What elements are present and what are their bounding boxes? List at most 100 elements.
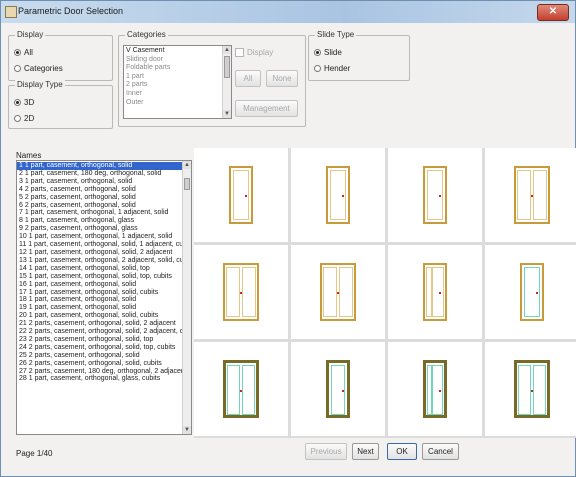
checkbox-icon (235, 48, 244, 58)
category-item[interactable]: 1 part (124, 73, 231, 82)
radio-unchecked-icon (14, 115, 21, 123)
name-list-item[interactable]: 2 1 part, casement, 180 deg, orthogonal,… (17, 170, 182, 178)
door-panel-icon (339, 267, 353, 317)
next-button[interactable]: Next (352, 443, 379, 460)
categories-list[interactable]: V Casement Sliding door Foldable parts 1 pa… (123, 45, 232, 119)
category-item[interactable]: Inner (124, 90, 231, 99)
scroll-down-icon[interactable]: ▼ (183, 426, 191, 434)
all-button[interactable]: All (235, 70, 261, 87)
name-list-item[interactable]: 13 1 part, casement, orthogonal, 2 adjac… (17, 257, 191, 265)
name-list-item[interactable]: 7 1 part, casement, orthogonal, 1 adjace… (17, 209, 182, 217)
name-list-item[interactable]: 4 2 parts, casement, orthogonal, solid (17, 186, 182, 194)
none-button[interactable]: None (266, 70, 298, 87)
door-handle-icon (438, 390, 441, 392)
name-list-item[interactable]: 28 1 part, casement, orthogonal, glass, … (17, 375, 182, 383)
door-frame-icon (423, 166, 447, 224)
name-list-item[interactable]: 18 1 part, casement, orthogonal, solid (17, 296, 182, 304)
name-list-item[interactable]: 25 2 parts, casement, orthogonal, solid (17, 352, 182, 360)
names-label: Names (16, 151, 42, 160)
scroll-thumb[interactable] (224, 56, 230, 78)
door-handle-icon (439, 292, 442, 294)
category-item[interactable]: Foldable parts (124, 64, 231, 73)
display-2d-radio[interactable]: 2D (14, 114, 34, 123)
door-thumbnail[interactable] (291, 245, 385, 339)
slide-radio[interactable]: Slide (314, 48, 342, 57)
cancel-button[interactable]: Cancel (422, 443, 459, 460)
door-glass-panel-icon (432, 365, 444, 415)
management-button[interactable]: Management (235, 100, 298, 117)
name-list-item[interactable]: 23 2 parts, casement, orthogonal, solid,… (17, 336, 182, 344)
ok-button[interactable]: OK (387, 443, 417, 460)
names-scrollbar[interactable]: ▲ ▼ (182, 161, 191, 434)
door-thumbnail[interactable] (388, 342, 482, 436)
slide-type-group: Slide Type (308, 30, 410, 81)
door-frame-icon (229, 166, 253, 224)
name-list-item[interactable]: 8 1 part, casement, orthogonal, glass (17, 217, 182, 225)
name-list-item[interactable]: 26 2 parts, casement, orthogonal, solid,… (17, 360, 182, 368)
door-frame-icon (520, 263, 544, 321)
display-categories-radio[interactable]: Categories (14, 64, 63, 73)
door-frame-icon (320, 263, 356, 321)
display-checkbox[interactable]: Display (235, 48, 273, 58)
radio-unchecked-icon (314, 65, 321, 73)
category-item[interactable]: V Casement (124, 47, 231, 56)
category-item[interactable]: Sliding door (124, 56, 231, 65)
door-thumbnail[interactable] (485, 245, 576, 339)
display-all-radio[interactable]: All (14, 48, 33, 57)
page-indicator: Page 1/40 (16, 449, 53, 458)
door-thumbnail[interactable] (291, 148, 385, 242)
name-list-item[interactable]: 17 1 part, casement, orthogonal, solid, … (17, 289, 182, 297)
door-handle-icon (531, 195, 533, 197)
door-selection-window: Parametric Door Selection ✕ Display All … (0, 0, 576, 477)
door-thumbnail[interactable] (194, 342, 288, 436)
name-list-item[interactable]: 24 2 parts, casement, orthogonal, solid,… (17, 344, 182, 352)
display-3d-radio[interactable]: 3D (14, 98, 34, 107)
name-list-item[interactable]: 3 1 part, casement, orthogonal, solid (17, 178, 182, 186)
name-list-item[interactable]: 19 1 part, casement, orthogonal, solid (17, 304, 182, 312)
scroll-up-icon[interactable]: ▲ (183, 161, 191, 169)
name-list-item[interactable]: 20 1 part, casement, orthogonal, solid, … (17, 312, 182, 320)
previous-button[interactable]: Previous (305, 443, 347, 460)
category-item[interactable]: Outer (124, 99, 231, 108)
name-list-item[interactable]: 1 1 part, casement, orthogonal, solid (17, 162, 182, 170)
name-list-item[interactable]: 6 2 parts, casement, orthogonal, solid (17, 202, 182, 210)
door-handle-icon (342, 195, 345, 197)
door-glass-panel-icon (242, 365, 255, 415)
door-glass-panel-icon (533, 365, 546, 415)
name-list-item[interactable]: 14 1 part, casement, orthogonal, solid, … (17, 265, 182, 273)
name-list-item[interactable]: 16 1 part, casement, orthogonal, solid (17, 281, 182, 289)
door-thumbnail[interactable] (388, 148, 482, 242)
categories-scrollbar[interactable]: ▲ ▼ (222, 46, 231, 118)
door-frame-icon (326, 360, 350, 418)
door-thumbnail[interactable] (194, 148, 288, 242)
name-list-item[interactable]: 10 1 part, casement, orthogonal, 1 adjac… (17, 233, 182, 241)
door-thumbnail[interactable] (388, 245, 482, 339)
name-list-item[interactable]: 12 1 part, casement, orthogonal, solid, … (17, 249, 182, 257)
radio-checked-icon (14, 49, 21, 57)
door-thumbnail[interactable] (485, 342, 576, 436)
scroll-down-icon[interactable]: ▼ (223, 110, 231, 118)
door-handle-icon (240, 390, 242, 392)
door-panel-icon (242, 267, 256, 317)
door-thumbnail[interactable] (194, 245, 288, 339)
name-list-item[interactable]: 27 2 parts, casement, 180 deg, orthogona… (17, 368, 187, 376)
name-list-item[interactable]: 22 2 parts, casement, orthogonal, solid,… (17, 328, 191, 336)
door-handle-icon (337, 292, 339, 294)
name-list-item[interactable]: 11 1 part, casement, orthogonal, solid, … (17, 241, 191, 249)
door-thumbnail-grid (194, 148, 576, 438)
scroll-up-icon[interactable]: ▲ (223, 46, 231, 54)
door-panel-icon (323, 267, 337, 317)
close-button[interactable]: ✕ (537, 4, 569, 21)
name-list-item[interactable]: 21 2 parts, casement, orthogonal, solid,… (17, 320, 182, 328)
name-list-item[interactable]: 9 2 parts, casement, orthogonal, glass (17, 225, 182, 233)
door-thumbnail[interactable] (485, 148, 576, 242)
scroll-thumb[interactable] (184, 178, 190, 190)
category-item[interactable]: 2 parts (124, 81, 231, 90)
name-list-item[interactable]: 15 1 part, casement, orthogonal, solid, … (17, 273, 182, 281)
name-list-item[interactable]: 5 2 parts, casement, orthogonal, solid (17, 194, 182, 202)
door-thumbnail[interactable] (291, 342, 385, 436)
names-list[interactable]: 1 1 part, casement, orthogonal, solid 2 1… (16, 160, 192, 435)
door-panel-icon (432, 267, 444, 317)
door-handle-icon (245, 195, 248, 197)
hender-radio[interactable]: Hender (314, 64, 350, 73)
